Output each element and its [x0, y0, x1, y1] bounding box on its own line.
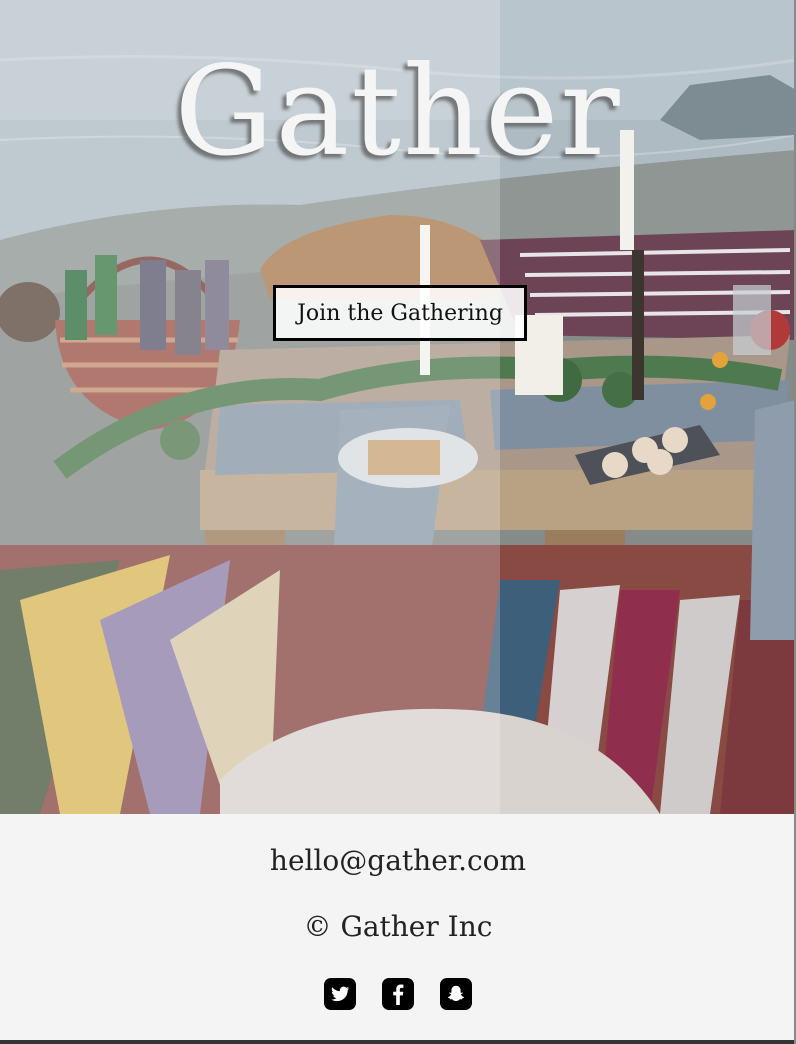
- landing-page: Gather Join the Gathering hello@gather.c…: [0, 0, 796, 1044]
- join-gathering-button[interactable]: Join the Gathering: [273, 285, 527, 341]
- bottom-edge: [0, 1040, 796, 1044]
- hero-title: Gather: [174, 40, 622, 184]
- hero-section: Gather Join the Gathering: [0, 0, 796, 814]
- contact-email-link[interactable]: hello@gather.com: [0, 844, 796, 877]
- social-links: [0, 978, 796, 1012]
- facebook-icon[interactable]: [382, 978, 414, 1010]
- footer: hello@gather.com © Gather Inc: [0, 814, 796, 1040]
- twitter-icon[interactable]: [324, 978, 356, 1010]
- snapchat-icon[interactable]: [440, 978, 472, 1010]
- copyright-text: © Gather Inc: [303, 910, 493, 943]
